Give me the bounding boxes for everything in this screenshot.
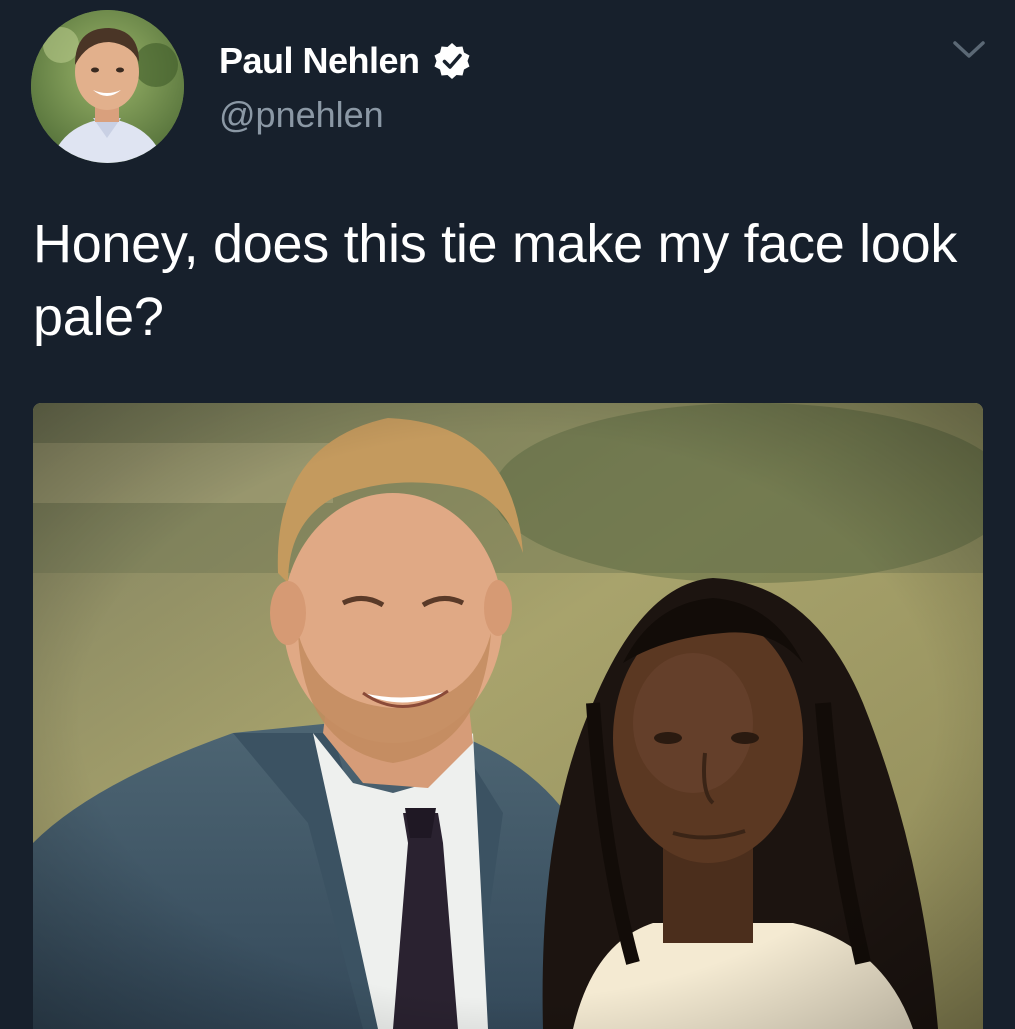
- display-name[interactable]: Paul Nehlen: [219, 40, 420, 82]
- verified-badge-icon: [434, 43, 470, 79]
- tweet-text: Honey, does this tie make my face look p…: [33, 214, 958, 347]
- user-handle[interactable]: @pnehlen: [219, 94, 384, 136]
- tweet-card: Paul Nehlen @pnehlen Honey, does this ti…: [0, 0, 1015, 1029]
- chevron-down-icon[interactable]: [951, 38, 987, 62]
- user-name-row[interactable]: Paul Nehlen: [219, 38, 472, 84]
- avatar[interactable]: [31, 10, 184, 163]
- tweet-media-photo[interactable]: [33, 403, 983, 1029]
